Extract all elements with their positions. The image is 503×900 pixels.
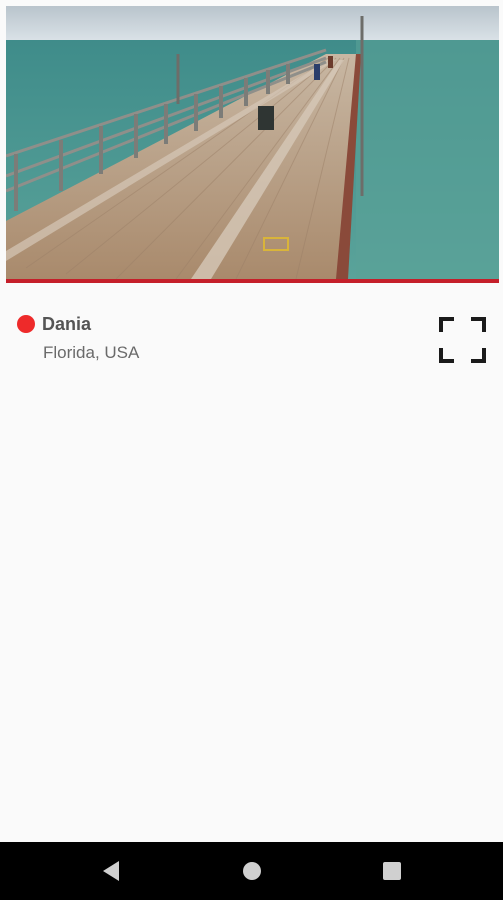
system-navigation-bar — [0, 842, 503, 900]
nav-home-button[interactable] — [222, 842, 282, 900]
recents-square-icon — [383, 862, 401, 880]
fullscreen-button[interactable] — [438, 316, 487, 364]
live-status-indicator — [17, 315, 35, 333]
nav-recents-button[interactable] — [362, 842, 422, 900]
back-triangle-icon — [103, 861, 119, 881]
home-circle-icon — [243, 862, 261, 880]
fullscreen-icon — [439, 317, 486, 363]
nav-back-button[interactable] — [81, 842, 141, 900]
camera-location: Florida, USA — [43, 343, 140, 362]
pier-webcam-image — [6, 6, 499, 279]
webcam-video[interactable] — [6, 6, 499, 279]
camera-name: Dania — [42, 314, 92, 334]
